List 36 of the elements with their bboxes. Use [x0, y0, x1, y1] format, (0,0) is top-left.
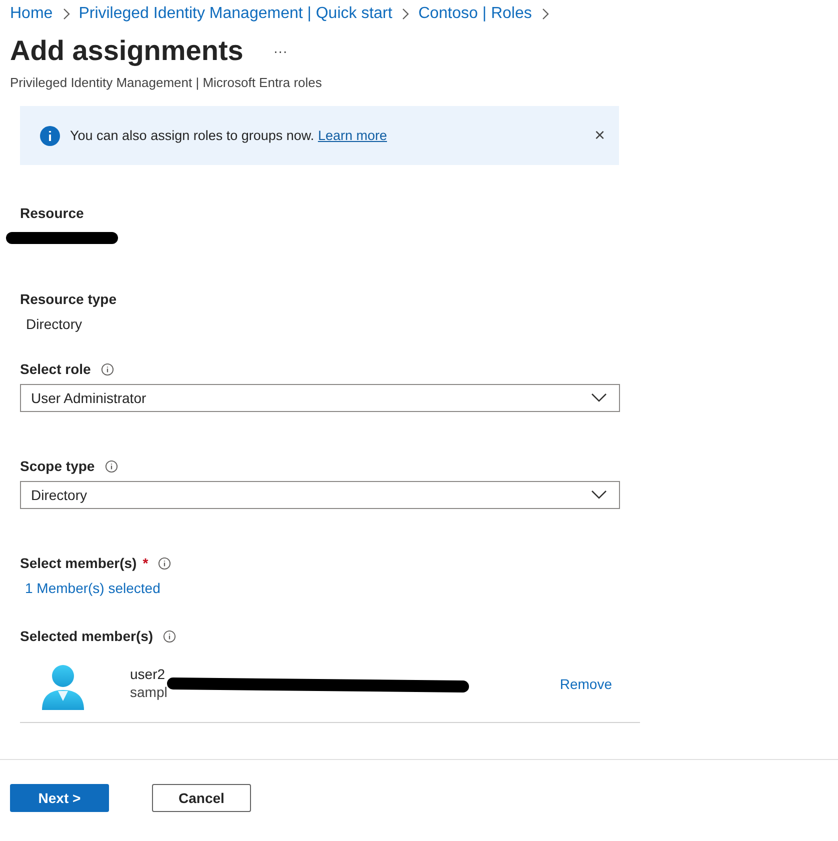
chevron-down-icon — [591, 393, 607, 403]
breadcrumb-link[interactable]: Home — [10, 5, 53, 23]
learn-more-link[interactable]: Learn more — [318, 128, 387, 143]
field-label: Scope type — [20, 458, 95, 474]
more-button[interactable]: ··· — [273, 43, 288, 59]
chevron-icon — [60, 8, 71, 20]
dropdown[interactable]: Directory — [20, 481, 620, 509]
info-icon[interactable] — [163, 630, 176, 642]
field-label: Selected member(s) — [20, 628, 154, 644]
field-label: Select role — [20, 361, 91, 377]
banner-text: You can also assign roles to groups now. — [70, 128, 314, 143]
required-mark: * — [142, 555, 148, 571]
members-link[interactable]: 1 Member(s) selected — [20, 572, 620, 596]
info-icon[interactable] — [158, 556, 172, 570]
close-button[interactable]: × — [594, 125, 605, 146]
field-value: Directory — [25, 315, 84, 332]
member-name: user2 — [130, 666, 166, 682]
next-button[interactable]: Next > — [10, 784, 109, 812]
page-title: Add assignments — [10, 35, 244, 67]
breadcrumb-link[interactable]: Contoso | Roles — [418, 5, 532, 23]
info-icon[interactable] — [100, 362, 114, 376]
info-icon[interactable] — [104, 460, 118, 472]
member-email: sampl — [130, 684, 168, 700]
dropdown[interactable]: User Administrator — [20, 384, 620, 412]
field-label: Resource type — [20, 291, 116, 307]
field-label: Resource — [20, 205, 84, 221]
page-subtitle: Privileged Identity Management | Microsoft Entra roles — [9, 74, 323, 90]
field-label: Select member(s) — [20, 555, 137, 571]
chevron-icon — [540, 8, 550, 20]
info-icon — [40, 126, 60, 146]
cancel-button[interactable]: Cancel — [152, 784, 251, 812]
breadcrumb-link[interactable]: Privileged Identity Management | Quick start — [78, 5, 392, 23]
chevron-icon — [400, 8, 410, 20]
remove-link[interactable]: Remove — [560, 664, 612, 692]
user-icon — [40, 664, 86, 712]
chevron-down-icon — [591, 490, 607, 500]
